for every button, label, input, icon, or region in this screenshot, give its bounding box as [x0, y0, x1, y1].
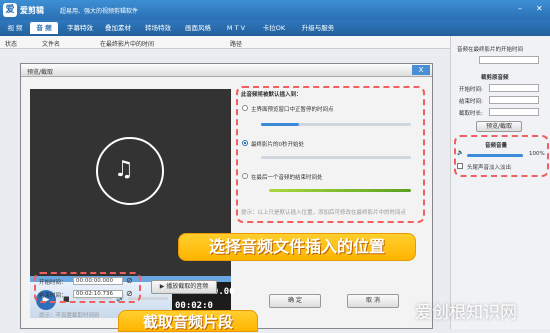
- cut-end-input[interactable]: 00:02:10.736: [73, 290, 123, 298]
- preview-dialog: 预览/截取 X ♫ ▶ ■ 🔊 00:00:00.00 00:02:0 此音频将…: [20, 63, 433, 329]
- cut-start-input[interactable]: 00:00:00.000: [73, 277, 123, 285]
- option-paused-point-label: 主界面预览窗口中正暂停的时间点: [251, 107, 334, 113]
- menu-style[interactable]: 画面风格: [180, 22, 216, 34]
- menu-upgrade[interactable]: 升级与服务: [296, 22, 340, 34]
- app-logo: 爱: [3, 3, 17, 17]
- insert-time-title: 音频在最终影片的开始时间: [457, 47, 524, 53]
- menu-karaoke[interactable]: 卡拉OK: [256, 22, 292, 34]
- dialog-titlebar: 预览/截取 X: [21, 64, 432, 77]
- col-status: 状态: [5, 41, 18, 48]
- option-start-radio[interactable]: [242, 140, 248, 146]
- option-last-audio-label: 在最后一个音频的结束时间处: [251, 175, 323, 181]
- app-name: 爱剪辑: [20, 6, 44, 15]
- preview-clip-button[interactable]: 预览/截取: [476, 121, 522, 132]
- cut-note: 提示：不设置截取时间则: [39, 313, 100, 319]
- insert-tip: 提示：以上只是默认插入位置，添加后可修改在最终影片中的时间点: [241, 210, 407, 216]
- menu-bar: 视 频 音 频 字幕特效 叠加素材 转场特效 画面风格 M T V 卡拉OK 升…: [0, 20, 550, 36]
- cut-end-label: 结束时间：: [39, 293, 67, 299]
- menu-transition[interactable]: 转场特效: [140, 22, 176, 34]
- menu-mtv[interactable]: M T V: [220, 22, 252, 34]
- dialog-title: 预览/截取: [27, 69, 54, 76]
- play-cut-button[interactable]: ▶ 播放截取的音频: [151, 280, 217, 294]
- cut-start-pick-icon[interactable]: ⊘: [126, 276, 133, 285]
- right-panel: 音频在最终影片的开始时间 裁剪原音频 开始时间: 结束时间: 截取时长: 预览/…: [450, 36, 550, 329]
- col-filename: 文件名: [42, 41, 61, 48]
- end-label: 结束时间:: [459, 99, 483, 105]
- play-cut-label: 播放截取的音频: [166, 283, 209, 290]
- option1-fill: [261, 123, 299, 126]
- option2-timeline: [261, 156, 411, 159]
- end-time-input[interactable]: [489, 96, 539, 104]
- option-last-audio-radio[interactable]: [242, 173, 248, 179]
- duration-label: 截取时长:: [459, 111, 483, 117]
- ok-button[interactable]: 确 定: [269, 294, 321, 308]
- insert-time-input[interactable]: [479, 56, 539, 64]
- col-path: 路径: [230, 41, 243, 48]
- col-start: 在最终影片中的时间: [100, 41, 155, 48]
- title-bar: 爱 爱剪辑 超易用、强大的视频剪辑软件 – ✕: [0, 0, 550, 20]
- menu-subtitle[interactable]: 字幕特效: [62, 22, 98, 34]
- menu-overlay[interactable]: 叠加素材: [100, 22, 136, 34]
- option-paused-point-radio[interactable]: [242, 105, 248, 111]
- audio-list-header: 状态 文件名 在最终影片中的时间 路径: [0, 36, 450, 49]
- menu-audio[interactable]: 音 频: [30, 22, 58, 34]
- close-window-icon[interactable]: ✕: [536, 4, 543, 13]
- option-start-label: 最终影片的0秒开始处: [251, 142, 304, 148]
- start-time-input[interactable]: [489, 84, 539, 92]
- insert-heading: 此音频将被默认插入到：: [241, 92, 302, 98]
- clip-title: 裁剪原音频: [481, 75, 509, 81]
- minimize-icon[interactable]: –: [518, 4, 522, 13]
- menu-video[interactable]: 视 频: [4, 22, 26, 34]
- start-label: 开始时间:: [459, 87, 483, 93]
- option3-timeline: [269, 189, 411, 192]
- music-note-icon: ♫: [114, 157, 134, 182]
- insert-position-callout: 选择音频文件插入的位置: [178, 233, 416, 261]
- cancel-button[interactable]: 取 消: [347, 294, 399, 308]
- app-slogan: 超易用、强大的视频剪辑软件: [60, 8, 139, 15]
- dialog-close-button[interactable]: X: [412, 65, 430, 75]
- duration-input[interactable]: [489, 108, 539, 116]
- cut-heading: 截取：: [30, 263, 47, 269]
- cut-end-pick-icon[interactable]: ⊘: [126, 289, 133, 298]
- watermark: 爱创根知识网: [415, 303, 517, 323]
- cut-start-label: 开始时间：: [39, 280, 67, 286]
- volume-highlight: [454, 135, 549, 177]
